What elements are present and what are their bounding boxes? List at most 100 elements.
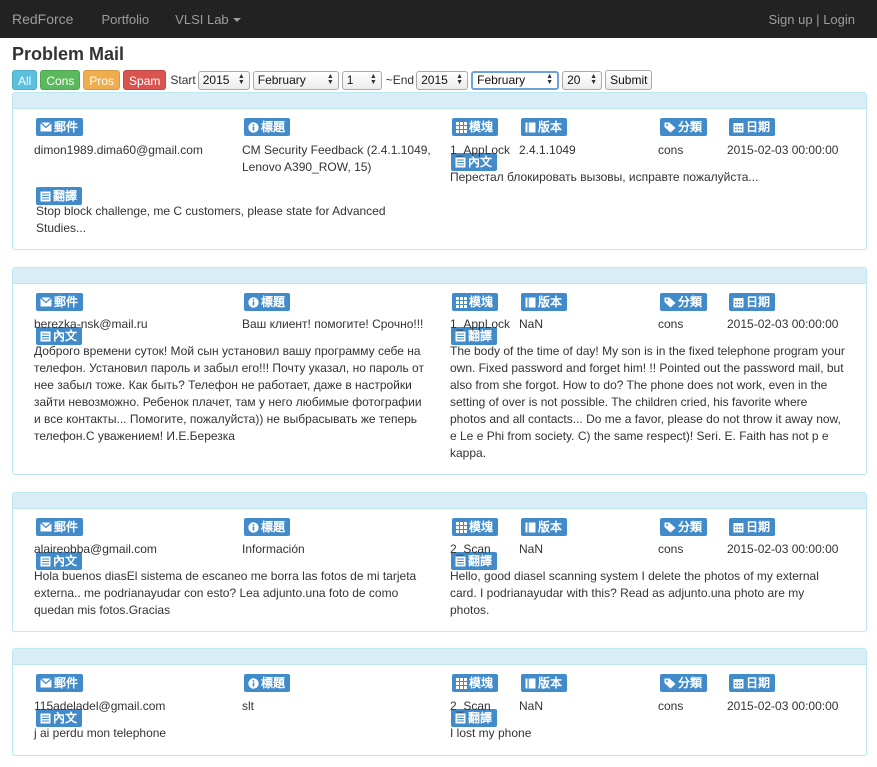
module-label-text: 模塊 <box>469 520 494 534</box>
mail-label: 郵件 <box>36 293 84 311</box>
date-label: 日期 <box>729 518 776 536</box>
tags-icon <box>664 297 678 308</box>
tags-icon <box>664 522 678 533</box>
version-label: 版本 <box>521 293 568 311</box>
select-arrows-icon: ▲ ▼ <box>369 73 377 86</box>
category-value: cons <box>658 699 684 713</box>
version-value: NaN <box>519 542 544 556</box>
module-label: 模塊 <box>452 674 499 692</box>
filter-pros-button[interactable]: Pros <box>83 70 121 90</box>
module-label-text: 模塊 <box>469 120 494 134</box>
version-value: NaN <box>519 699 544 713</box>
subject-label-text: 標題 <box>261 676 286 690</box>
version-value: NaN <box>519 317 544 331</box>
calendar-icon <box>733 122 746 133</box>
end-month-value: February <box>477 73 526 87</box>
start-month-value: February <box>257 73 306 87</box>
translation-value: Hello, good diasel scanning system I del… <box>450 569 819 617</box>
category-value: cons <box>658 143 684 157</box>
category-label-text: 分類 <box>678 676 703 690</box>
mail-label: 郵件 <box>36 118 84 136</box>
auth-separator: | <box>816 11 820 27</box>
auth-links: Sign up | Login <box>768 12 855 27</box>
signup-link[interactable]: Sign up <box>768 12 812 27</box>
module-label: 模塊 <box>452 118 499 136</box>
subject-label-text: 標題 <box>261 520 286 534</box>
email-value: berezka-nsk@mail.ru <box>34 317 148 331</box>
panel-heading <box>13 493 866 509</box>
subject-label: 標題 <box>244 518 291 536</box>
date-label-text: 日期 <box>746 120 771 134</box>
start-day-select[interactable]: 1 ▲ ▼ <box>341 70 382 90</box>
login-link[interactable]: Login <box>823 12 855 27</box>
info-circle-icon <box>248 521 261 533</box>
version-label-text: 版本 <box>538 676 563 690</box>
nav-portfolio-link[interactable]: Portfolio <box>101 12 149 27</box>
filter-bar: All Cons Pros Spam Start 2015 ▲ ▼ February… <box>12 69 877 91</box>
module-label-text: 模塊 <box>469 676 494 690</box>
select-arrows-icon: ▲ ▼ <box>456 73 464 86</box>
module-value: 2_Scan <box>450 699 491 713</box>
category-label-text: 分類 <box>678 295 703 309</box>
end-month-select[interactable]: February ▲ ▼ <box>471 70 560 90</box>
filter-spam-button[interactable]: Spam <box>123 70 167 90</box>
end-day-value: 20 <box>567 73 581 87</box>
envelope-icon <box>40 122 54 132</box>
module-label-text: 模塊 <box>469 295 494 309</box>
subject-value: CM Security Feedback (2.4.1.1049, Lenovo… <box>242 143 431 174</box>
book-icon <box>525 297 538 308</box>
select-arrows-icon: ▲ ▼ <box>590 73 598 86</box>
module-value: 1_AppLock <box>450 143 511 157</box>
translation-value: Stop block challenge, me C customers, pl… <box>36 204 386 235</box>
nav-vlsi-label: VLSI Lab <box>175 11 229 27</box>
filter-cons-button[interactable]: Cons <box>40 70 81 90</box>
version-value: 2.4.1.1049 <box>519 143 576 157</box>
subject-label-text: 標題 <box>261 120 286 134</box>
submit-button[interactable]: Submit <box>605 70 653 90</box>
end-day-select[interactable]: 20 ▲ ▼ <box>562 70 603 90</box>
mail-label-text: 郵件 <box>54 676 79 690</box>
info-circle-icon <box>248 677 261 689</box>
version-label: 版本 <box>521 118 568 136</box>
subject-label-text: 標題 <box>261 295 286 309</box>
page-title: Problem Mail <box>12 44 125 64</box>
mail-label-text: 郵件 <box>54 120 79 134</box>
grid-icon <box>456 521 469 533</box>
select-arrows-icon: ▲ ▼ <box>546 73 554 86</box>
select-arrows-icon: ▲ ▼ <box>237 73 245 86</box>
info-circle-icon <box>248 296 261 308</box>
brand-link[interactable]: RedForce <box>12 11 73 27</box>
envelope-icon <box>40 297 54 307</box>
translation-value: The body of the time of day! My son is i… <box>450 344 845 460</box>
date-value: 2015-02-03 00:00:00 <box>727 317 839 331</box>
grid-icon <box>456 121 469 133</box>
book-icon <box>525 522 538 533</box>
subject-label: 標題 <box>244 674 291 692</box>
book-icon <box>525 122 538 133</box>
mail-label-text: 郵件 <box>54 520 79 534</box>
envelope-icon <box>40 522 54 532</box>
nav-vlsi-dropdown[interactable]: VLSI Lab <box>175 12 241 27</box>
date-value: 2015-02-03 00:00:00 <box>727 542 839 556</box>
version-label: 版本 <box>521 674 568 692</box>
content-value: j ai perdu mon telephone <box>34 726 167 740</box>
start-year-select[interactable]: 2015 ▲ ▼ <box>197 70 250 90</box>
content-value: Доброго времени суток! Мой сын установил… <box>34 344 424 443</box>
tags-icon <box>664 678 678 689</box>
category-label-text: 分類 <box>678 120 703 134</box>
version-label-text: 版本 <box>538 295 563 309</box>
select-arrows-icon: ▲ ▼ <box>326 73 334 86</box>
filter-all-button[interactable]: All <box>12 70 38 90</box>
grid-icon <box>456 296 469 308</box>
category-label: 分類 <box>660 118 708 136</box>
date-label-text: 日期 <box>746 676 771 690</box>
panel-heading <box>13 649 866 665</box>
end-year-select[interactable]: 2015 ▲ ▼ <box>416 70 469 90</box>
subject-value: Ваш клиент! помогите! Срочно!!! <box>242 317 424 331</box>
grid-icon <box>456 677 469 689</box>
tags-icon <box>664 122 678 133</box>
start-day-value: 1 <box>346 73 354 87</box>
version-label-text: 版本 <box>538 520 563 534</box>
caret-down-icon <box>232 18 241 23</box>
start-month-select[interactable]: February ▲ ▼ <box>252 70 339 90</box>
